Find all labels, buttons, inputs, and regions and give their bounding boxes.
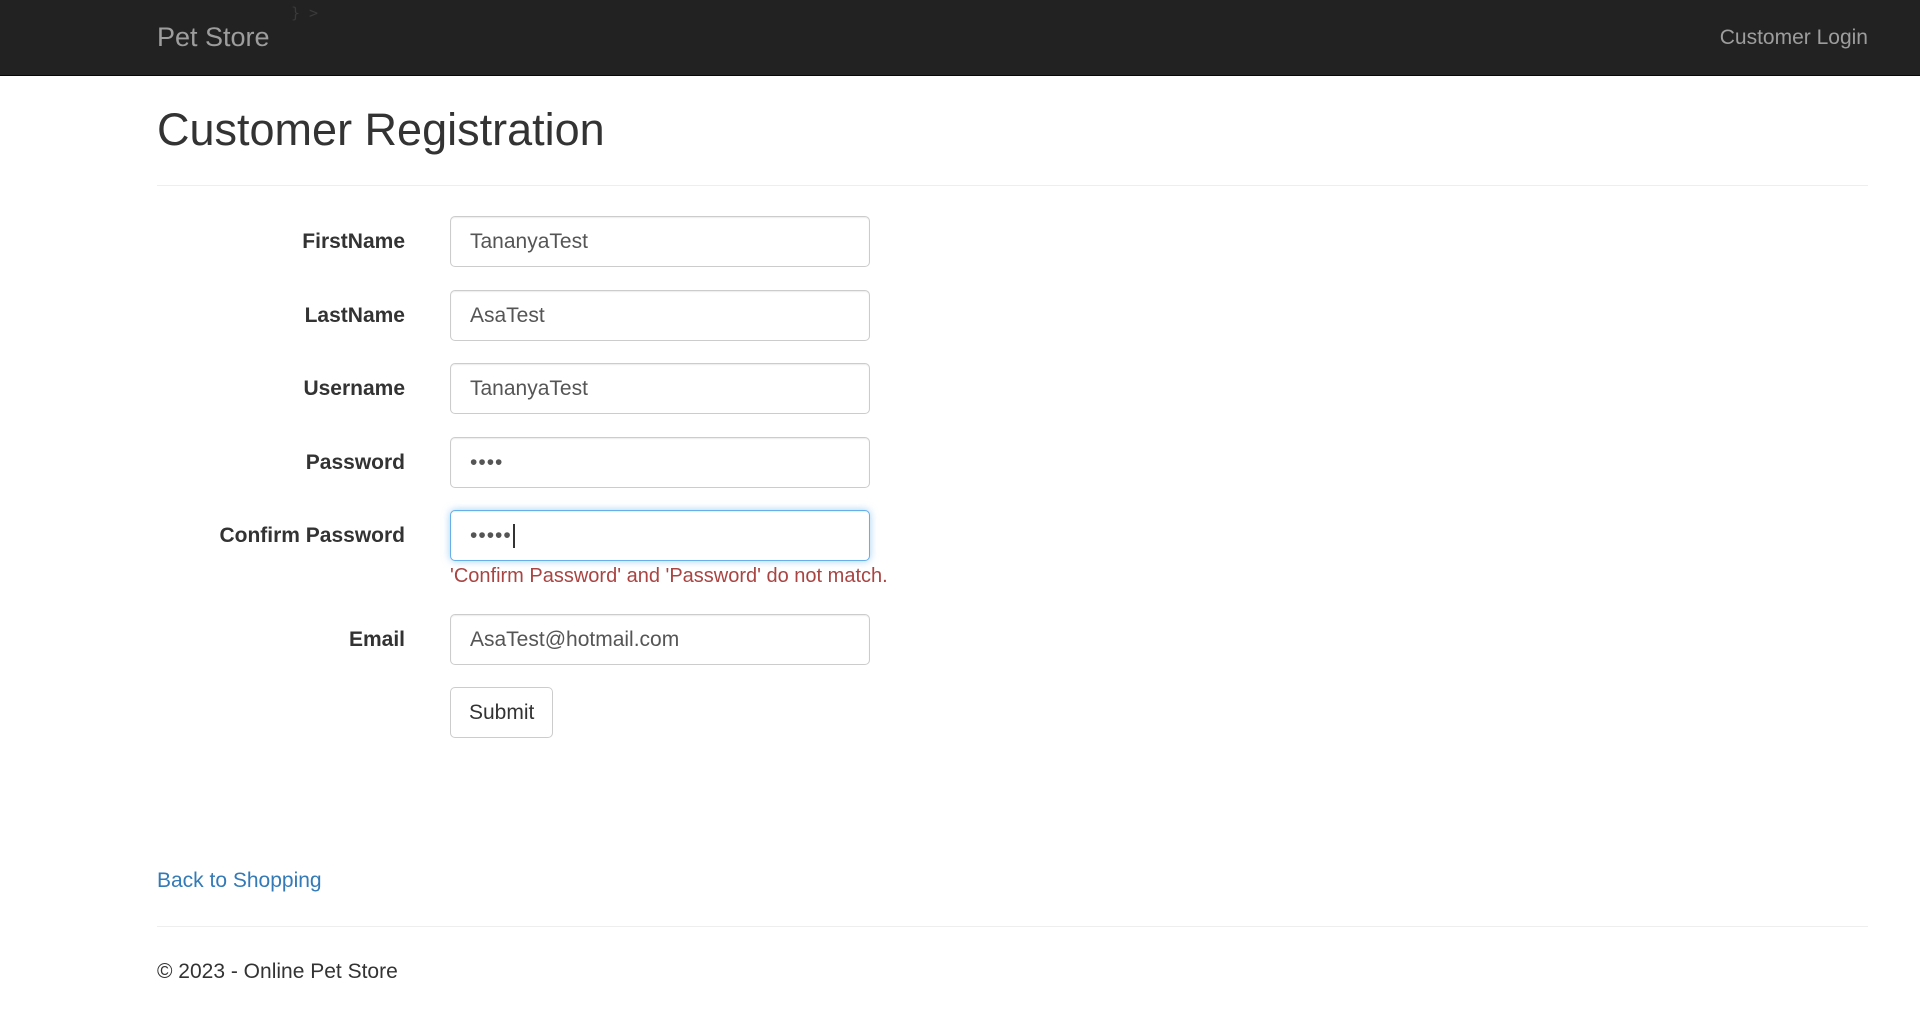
- footer-copyright: © 2023 - Online Pet Store: [157, 960, 398, 983]
- confirm-password-input[interactable]: •••••: [450, 510, 870, 561]
- password-row: Password ••••: [157, 437, 1057, 489]
- confirm-password-row: Confirm Password •••••: [157, 510, 1057, 562]
- title-divider: [157, 185, 1868, 186]
- page-title: Customer Registration: [157, 104, 605, 155]
- top-navbar: Pet Store } > Customer Login: [0, 0, 1920, 76]
- username-label: Username: [303, 377, 405, 400]
- email-input[interactable]: AsaTest@hotmail.com: [450, 614, 870, 665]
- brand-artifact-text: } >: [291, 4, 319, 22]
- username-input[interactable]: TananyaTest: [450, 363, 870, 414]
- email-label: Email: [348, 628, 405, 651]
- email-row: Email AsaTest@hotmail.com: [157, 614, 1057, 666]
- firstname-input[interactable]: TananyaTest: [450, 216, 870, 267]
- back-to-shopping-link[interactable]: Back to Shopping: [157, 869, 322, 893]
- submit-button[interactable]: Submit: [450, 687, 554, 738]
- brand-link[interactable]: Pet Store: [157, 22, 270, 52]
- lastname-row: LastName AsaTest: [157, 290, 1057, 342]
- confirm-password-label: Confirm Password: [219, 524, 405, 547]
- confirm-password-value: •••••: [470, 524, 512, 547]
- firstname-row: FirstName TananyaTest: [157, 216, 1057, 268]
- lastname-input[interactable]: AsaTest: [450, 290, 870, 341]
- footer-divider: [157, 926, 1868, 927]
- customer-login-link[interactable]: Customer Login: [1720, 26, 1868, 50]
- password-label: Password: [305, 451, 405, 474]
- confirm-password-error: 'Confirm Password' and 'Password' do not…: [450, 565, 888, 587]
- username-row: Username TananyaTest: [157, 363, 1057, 415]
- firstname-label: FirstName: [302, 230, 405, 253]
- password-input[interactable]: ••••: [450, 437, 870, 488]
- text-caret: [512, 524, 515, 549]
- lastname-label: LastName: [304, 304, 405, 327]
